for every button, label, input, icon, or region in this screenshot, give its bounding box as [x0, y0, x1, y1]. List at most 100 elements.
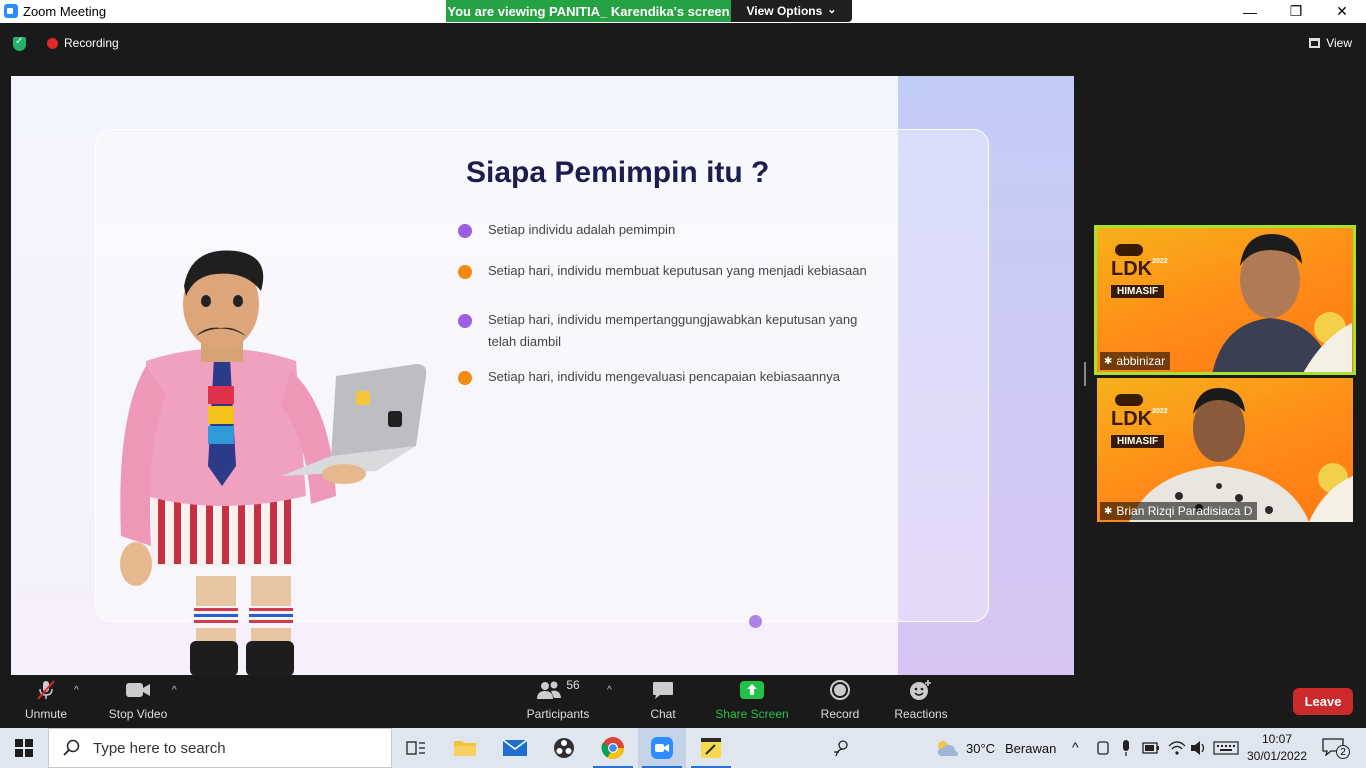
participant-name-tag: ✱ abbinizar	[1100, 352, 1171, 370]
restore-button[interactable]: ❐	[1273, 0, 1319, 23]
bullet-text: Setiap hari, individu mempertanggungjawa…	[488, 312, 858, 349]
participants-icon: 56	[533, 678, 583, 701]
participants-button[interactable]: 56 Participants	[522, 675, 594, 728]
weather-description[interactable]: Berawan	[1005, 741, 1056, 756]
wifi-icon[interactable]	[1168, 740, 1186, 756]
meet-now-icon[interactable]	[1096, 740, 1110, 756]
zoom-app-icon[interactable]	[638, 728, 686, 768]
chrome-icon[interactable]	[589, 728, 637, 768]
show-hidden-icons-chevron-icon[interactable]: ^	[1072, 739, 1079, 755]
task-view-icon[interactable]	[392, 728, 440, 768]
smiley-plus-icon	[908, 679, 934, 701]
pin-icon: ✱	[1104, 505, 1113, 517]
unmute-label: Unmute	[24, 707, 68, 721]
leave-button[interactable]: Leave	[1293, 688, 1353, 715]
keyboard-icon[interactable]	[1213, 741, 1239, 755]
gallery-view-icon	[1309, 38, 1321, 48]
file-explorer-icon[interactable]	[441, 728, 489, 768]
panel-resize-handle[interactable]	[1084, 362, 1086, 386]
taskbar-search-input[interactable]: Type here to search	[48, 728, 392, 768]
bullet-text: Setiap hari, individu membuat keputusan …	[488, 263, 867, 278]
video-options-caret-icon[interactable]: ^	[172, 685, 177, 696]
character-illustration	[120, 250, 427, 675]
ldk-logo: LDK2022 HIMASIF	[1111, 258, 1168, 299]
participant-video-brian	[1129, 388, 1353, 522]
participants-label: Participants	[526, 707, 590, 721]
chat-bubble-icon	[650, 679, 676, 701]
sticky-notes-icon[interactable]	[687, 728, 735, 768]
chevron-down-icon: ⌄	[827, 3, 837, 16]
meeting-info-bar: Recording View	[0, 23, 1366, 63]
obs-icon[interactable]	[540, 728, 588, 768]
meeting-toolbar: Unmute ^ Stop Video ^ 56 Participants ^ …	[0, 675, 1366, 728]
view-label: View	[1326, 36, 1352, 50]
shared-screen-area: Siapa Pemimpin itu ? Setiap individu ada…	[0, 63, 1084, 675]
taskbar-clock[interactable]: 10:07 30/01/2022	[1237, 731, 1317, 765]
chat-button[interactable]: Chat	[640, 675, 686, 728]
unmute-button[interactable]: Unmute	[14, 675, 78, 728]
search-icon	[63, 739, 80, 756]
participant-name-tag: ✱ Brian Rizqi Paradisiaca D	[1100, 502, 1258, 520]
bullet-dot-icon	[458, 224, 472, 238]
mail-icon[interactable]	[491, 728, 539, 768]
slide-title: Siapa Pemimpin itu ?	[466, 156, 770, 189]
participant-video-abbinizar	[1212, 234, 1352, 372]
video-tile-brian[interactable]: LDK2022 HIMASIF ✱ Brian Rizqi Paradisiac…	[1097, 378, 1353, 522]
view-button[interactable]: View	[1309, 36, 1352, 50]
battery-icon[interactable]	[1142, 741, 1160, 755]
slide-marker-dot	[749, 615, 762, 628]
logo-year: 2022	[1152, 258, 1168, 265]
stop-video-label: Stop Video	[108, 707, 168, 721]
participant-name: Brian Rizqi Paradisiaca D	[1116, 504, 1253, 518]
weather-cloud-sun-icon[interactable]	[934, 738, 960, 758]
recording-dot-icon	[47, 38, 58, 49]
start-button[interactable]	[0, 728, 48, 768]
bullet-text: Setiap individu adalah pemimpin	[488, 222, 676, 237]
microphone-icon[interactable]	[1120, 739, 1132, 757]
record-button[interactable]: Record	[815, 675, 865, 728]
participants-count: 56	[566, 678, 580, 692]
reactions-button[interactable]: Reactions	[890, 675, 952, 728]
share-screen-icon	[739, 679, 765, 701]
search-placeholder: Type here to search	[93, 739, 226, 757]
view-options-button[interactable]: View Options ⌄	[731, 0, 852, 22]
close-button[interactable]: ✕	[1319, 0, 1365, 23]
audio-options-caret-icon[interactable]: ^	[74, 685, 79, 696]
stop-video-button[interactable]: Stop Video	[104, 675, 172, 728]
window-title: Zoom Meeting	[23, 4, 107, 19]
share-screen-label: Share Screen	[715, 707, 789, 721]
view-options-label: View Options	[746, 4, 823, 18]
pin-icon: ✱	[1104, 355, 1113, 367]
reactions-label: Reactions	[894, 707, 948, 721]
presentation-slide: Siapa Pemimpin itu ? Setiap individu ada…	[11, 76, 1074, 675]
record-icon	[827, 679, 853, 701]
notification-count: 2	[1336, 745, 1350, 759]
weather-temperature[interactable]: 30°C	[966, 741, 995, 756]
ldk-badge-icon	[1115, 244, 1143, 256]
record-label: Record	[820, 707, 860, 721]
bullet-text: Setiap hari, individu mengevaluasi penca…	[488, 369, 840, 384]
viewing-screen-text: You are viewing PANITIA_ Karendika's scr…	[447, 3, 730, 19]
encryption-shield-icon[interactable]	[13, 36, 26, 51]
logo-org: HIMASIF	[1111, 285, 1165, 298]
bullet-dot-icon	[458, 265, 472, 279]
muted-microphone-icon	[33, 679, 59, 701]
participants-options-caret-icon[interactable]: ^	[607, 685, 612, 696]
participant-name: abbinizar	[1116, 354, 1166, 368]
video-tile-abbinizar[interactable]: LDK2022 HIMASIF ✱ abbinizar	[1094, 225, 1356, 375]
bullet-dot-icon	[458, 314, 472, 328]
chat-label: Chat	[650, 707, 676, 721]
windows-taskbar: Type here to search 30°C Berawan ^ 10:07…	[0, 728, 1366, 768]
bullet-dot-icon	[458, 371, 472, 385]
volume-icon[interactable]	[1190, 740, 1208, 756]
logo-text: LDK	[1111, 258, 1153, 280]
viewing-screen-banner: You are viewing PANITIA_ Karendika's scr…	[446, 0, 731, 22]
recording-label: Recording	[64, 36, 119, 50]
windows-logo-icon	[15, 739, 33, 757]
minimize-button[interactable]: —	[1227, 0, 1273, 23]
people-search-icon[interactable]	[818, 728, 866, 768]
share-screen-button[interactable]: Share Screen	[712, 675, 792, 728]
video-camera-icon	[125, 679, 151, 701]
clock-date: 30/01/2022	[1246, 749, 1308, 763]
notification-center-icon[interactable]: 2	[1322, 738, 1350, 759]
